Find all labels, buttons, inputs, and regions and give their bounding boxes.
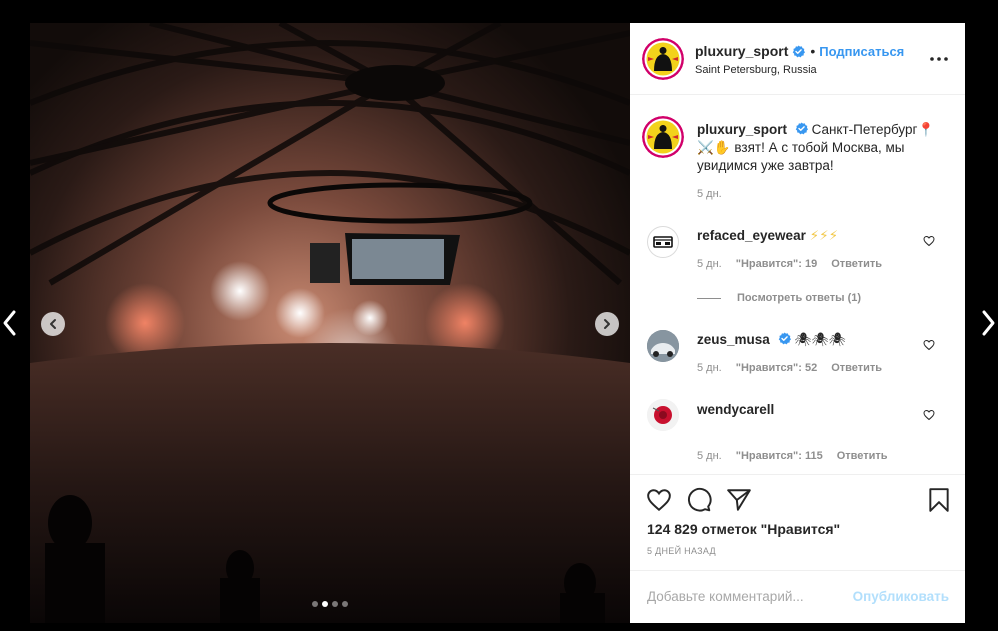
comment-line: refaced_eyewear ⚡⚡⚡ bbox=[697, 228, 838, 244]
concert-arena-image bbox=[30, 23, 630, 623]
comment-meta: 5 дн. "Нравится": 19 Ответить bbox=[697, 258, 882, 270]
caption-meta: 5 дн. bbox=[697, 188, 722, 200]
chevron-right-icon bbox=[604, 319, 610, 329]
reply-button[interactable]: Ответить bbox=[837, 450, 888, 462]
comment-bubble-icon[interactable] bbox=[686, 487, 712, 513]
follow-button[interactable]: Подписаться bbox=[819, 44, 904, 59]
post-location[interactable]: Saint Petersburg, Russia bbox=[695, 64, 817, 76]
carousel-dot bbox=[342, 601, 348, 607]
comment-meta: 5 дн. "Нравится": 52 Ответить bbox=[697, 362, 882, 374]
comment-time[interactable]: 5 дн. bbox=[697, 258, 722, 270]
like-comment-heart-icon[interactable] bbox=[923, 409, 935, 421]
replies-divider bbox=[697, 297, 721, 299]
publish-button[interactable]: Опубликовать bbox=[853, 589, 949, 604]
comment-time[interactable]: 5 дн. bbox=[697, 450, 722, 462]
comment-likes-count[interactable]: "Нравится": 19 bbox=[736, 258, 817, 270]
verified-badge-icon bbox=[793, 44, 806, 57]
more-options-button[interactable] bbox=[927, 49, 951, 69]
bookmark-icon[interactable] bbox=[926, 487, 952, 513]
carousel-next-button[interactable] bbox=[595, 312, 619, 336]
avatar[interactable] bbox=[642, 116, 684, 158]
post-photo[interactable] bbox=[30, 23, 630, 623]
verified-badge-icon bbox=[795, 122, 808, 135]
chevron-right-icon bbox=[982, 310, 995, 336]
caption-username[interactable]: pluxury_sport bbox=[697, 122, 787, 137]
post-author-row: pluxury_sport • Подписаться bbox=[695, 43, 904, 59]
comment-time[interactable]: 5 дн. bbox=[697, 362, 722, 374]
eyewear-logo-avatar bbox=[653, 236, 673, 248]
post-modal-overlay: pluxury_sport • Подписаться Saint Peters… bbox=[0, 0, 998, 631]
share-direct-icon[interactable] bbox=[726, 487, 752, 513]
carousel-prev-button[interactable] bbox=[41, 312, 65, 336]
avatar[interactable] bbox=[647, 330, 679, 362]
comment-username[interactable]: wendycarell bbox=[697, 402, 774, 417]
comments-list[interactable]: pluxury_sport Санкт-Петербург📍⚔️✋ взят! … bbox=[630, 96, 965, 474]
carousel-indicator bbox=[30, 601, 630, 607]
comment-meta: 5 дн. "Нравится": 115 Ответить bbox=[697, 450, 888, 462]
carousel-dot-active bbox=[322, 601, 328, 607]
post-actions: 124 829 отметок "Нравится" 5 ДНЕЙ НАЗАД bbox=[630, 474, 965, 556]
comment-likes-count[interactable]: "Нравится": 52 bbox=[736, 362, 817, 374]
chevron-left-icon bbox=[3, 310, 16, 336]
post-details-panel: pluxury_sport • Подписаться Saint Peters… bbox=[630, 23, 965, 623]
like-heart-icon[interactable] bbox=[646, 487, 672, 513]
separator-dot: • bbox=[810, 43, 816, 59]
comment-username[interactable]: refaced_eyewear bbox=[697, 228, 806, 243]
pluxury-logo-avatar bbox=[642, 38, 684, 80]
add-comment-bar: Опубликовать bbox=[630, 570, 965, 623]
comment-text: ⚡⚡⚡ bbox=[809, 228, 839, 243]
carousel-dot bbox=[312, 601, 318, 607]
view-replies-label: Посмотреть ответы (1) bbox=[737, 292, 862, 304]
avatar[interactable] bbox=[647, 399, 679, 431]
rose-photo-avatar bbox=[647, 399, 679, 431]
prev-post-button[interactable] bbox=[0, 306, 20, 340]
comment-likes-count[interactable]: "Нравится": 115 bbox=[736, 450, 823, 462]
reply-button[interactable]: Ответить bbox=[831, 362, 882, 374]
likes-count[interactable]: 124 829 отметок "Нравится" bbox=[647, 521, 840, 537]
post-caption: pluxury_sport Санкт-Петербург📍⚔️✋ взят! … bbox=[697, 121, 937, 175]
comment-text: 🕷🕷🕷 bbox=[794, 332, 846, 347]
view-replies-button[interactable]: Посмотреть ответы (1) bbox=[697, 292, 861, 304]
pluxury-logo-avatar bbox=[642, 116, 684, 158]
more-horizontal-icon bbox=[930, 57, 948, 61]
avatar[interactable] bbox=[647, 226, 679, 258]
author-username[interactable]: pluxury_sport bbox=[695, 43, 788, 59]
verified-badge-icon bbox=[778, 332, 791, 345]
next-post-button[interactable] bbox=[978, 306, 998, 340]
chevron-left-icon bbox=[50, 319, 56, 329]
comment-line: wendycarell bbox=[697, 402, 774, 417]
comment-input[interactable] bbox=[647, 589, 837, 604]
comment-line: zeus_musa 🕷🕷🕷 bbox=[697, 332, 846, 348]
like-comment-heart-icon[interactable] bbox=[923, 339, 935, 351]
car-photo-avatar bbox=[647, 330, 679, 362]
post-timestamp[interactable]: 5 ДНЕЙ НАЗАД bbox=[647, 546, 716, 556]
comment-username[interactable]: zeus_musa bbox=[697, 332, 770, 347]
like-comment-heart-icon[interactable] bbox=[923, 235, 935, 247]
reply-button[interactable]: Ответить bbox=[831, 258, 882, 270]
caption-time[interactable]: 5 дн. bbox=[697, 188, 722, 200]
avatar[interactable] bbox=[642, 38, 684, 80]
carousel-dot bbox=[332, 601, 338, 607]
post-header: pluxury_sport • Подписаться Saint Peters… bbox=[630, 23, 965, 95]
